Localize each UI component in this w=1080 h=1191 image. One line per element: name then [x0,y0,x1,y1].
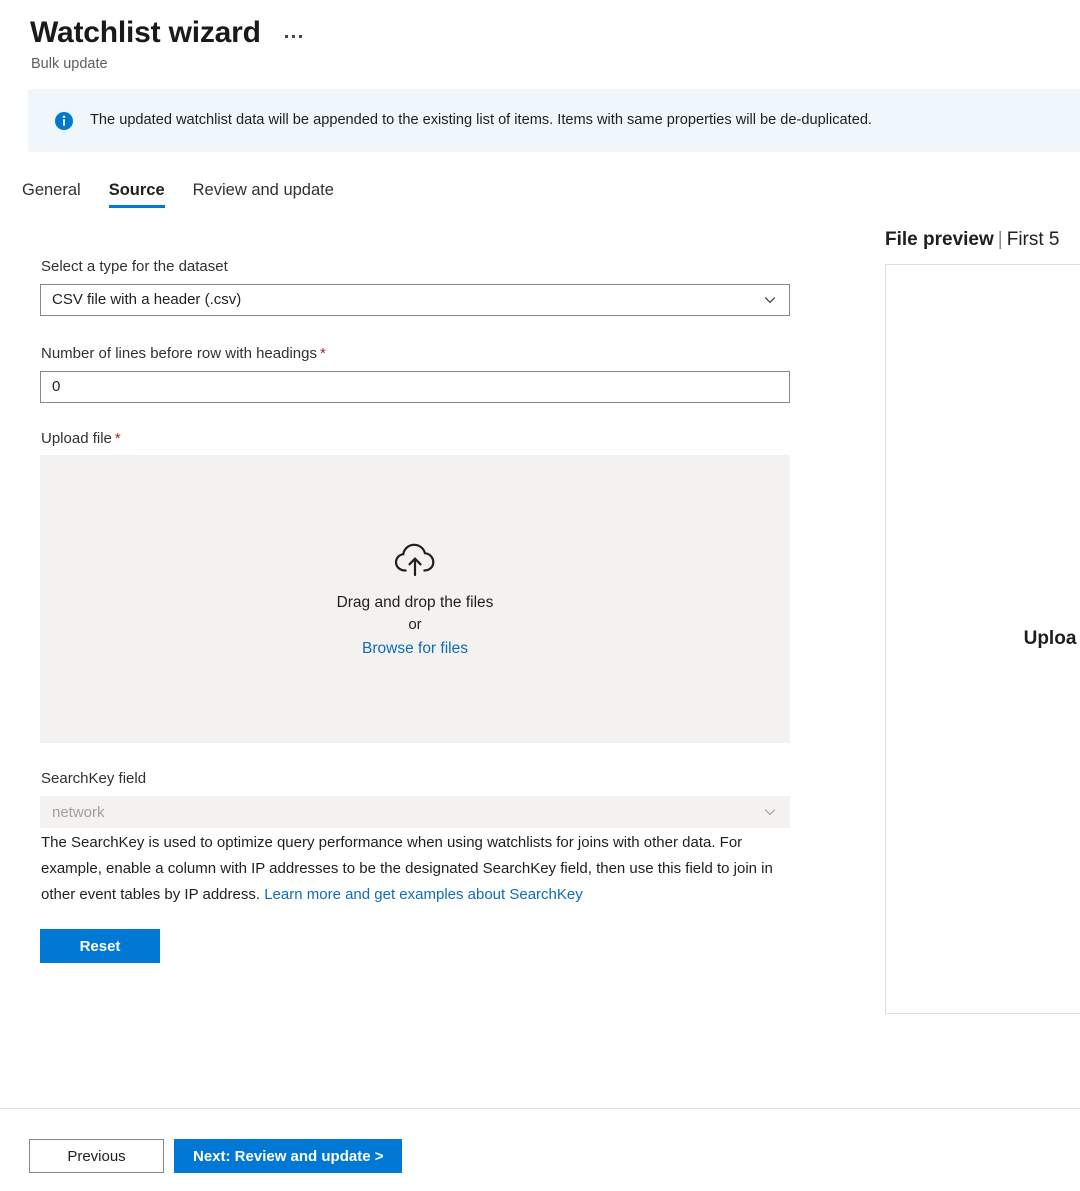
dataset-type-value: CSV file with a header (.csv) [52,291,763,308]
tab-general[interactable]: General [8,182,95,209]
page-header: Watchlist wizard Bulk update [0,0,1080,74]
cloud-upload-icon [393,539,437,577]
file-preview-heading-rest: First 5 [1007,229,1060,250]
file-preview-box: Uploa [885,264,1080,1014]
file-preview-empty-text: Uploa [1024,628,1077,650]
upload-file-label: Upload file* [41,430,790,449]
browse-for-files-link[interactable]: Browse for files [362,637,468,660]
file-preview-heading: File preview|First 5 [885,228,1080,253]
spacer [40,316,790,345]
spacer [40,743,790,770]
next-review-and-update-button[interactable]: Next: Review and update > [174,1139,402,1173]
page-subtitle: Bulk update [31,55,1080,74]
reset-button[interactable]: Reset [40,929,160,963]
wizard-content: Select a type for the dataset CSV file w… [0,208,1080,1056]
dot [285,35,288,38]
dataset-type-label: Select a type for the dataset [41,258,790,277]
wizard-tabs: General Source Review and update [8,166,1080,208]
previous-button[interactable]: Previous [29,1139,164,1173]
tab-review-and-update[interactable]: Review and update [179,182,348,209]
dropzone-drag-text: Drag and drop the files [337,591,494,614]
file-preview-heading-main: File preview [885,229,994,250]
info-banner: The updated watchlist data will be appen… [28,89,1080,152]
tab-source[interactable]: Source [95,182,179,209]
lines-before-headings-value: 0 [52,378,60,395]
heading-separator: | [998,229,1003,250]
required-marker: * [115,430,121,447]
upload-file-label-text: Upload file [41,430,112,447]
searchkey-label: SearchKey field [41,770,790,789]
dropzone-or-text: or [408,614,421,637]
searchkey-learn-more-link[interactable]: Learn more and get examples about Search… [264,886,583,903]
searchkey-help-text: The SearchKey is used to optimize query … [41,830,783,908]
dot [292,35,295,38]
dot [299,35,302,38]
searchkey-placeholder: network [52,804,763,821]
title-row: Watchlist wizard [30,14,1080,52]
wizard-footer: Previous Next: Review and update > [0,1108,1080,1191]
info-banner-text: The updated watchlist data will be appen… [90,111,872,131]
page-title: Watchlist wizard [30,14,261,52]
file-preview-panel: File preview|First 5 Uploa [885,228,1080,1014]
chevron-down-icon [763,293,777,307]
lines-before-headings-input[interactable]: 0 [40,371,790,403]
source-form: Select a type for the dataset CSV file w… [40,258,790,963]
dataset-type-select[interactable]: CSV file with a header (.csv) [40,284,790,316]
required-marker: * [320,345,326,362]
info-icon [54,111,74,131]
chevron-down-icon [763,805,777,819]
searchkey-select[interactable]: network [40,796,790,828]
spacer [40,403,790,430]
lines-before-headings-label-text: Number of lines before row with headings [41,345,317,362]
footer-actions: Previous Next: Review and update > [0,1109,1080,1173]
file-dropzone[interactable]: Drag and drop the files or Browse for fi… [40,455,790,743]
lines-before-headings-label: Number of lines before row with headings… [41,345,790,364]
more-options-icon[interactable] [281,18,306,48]
